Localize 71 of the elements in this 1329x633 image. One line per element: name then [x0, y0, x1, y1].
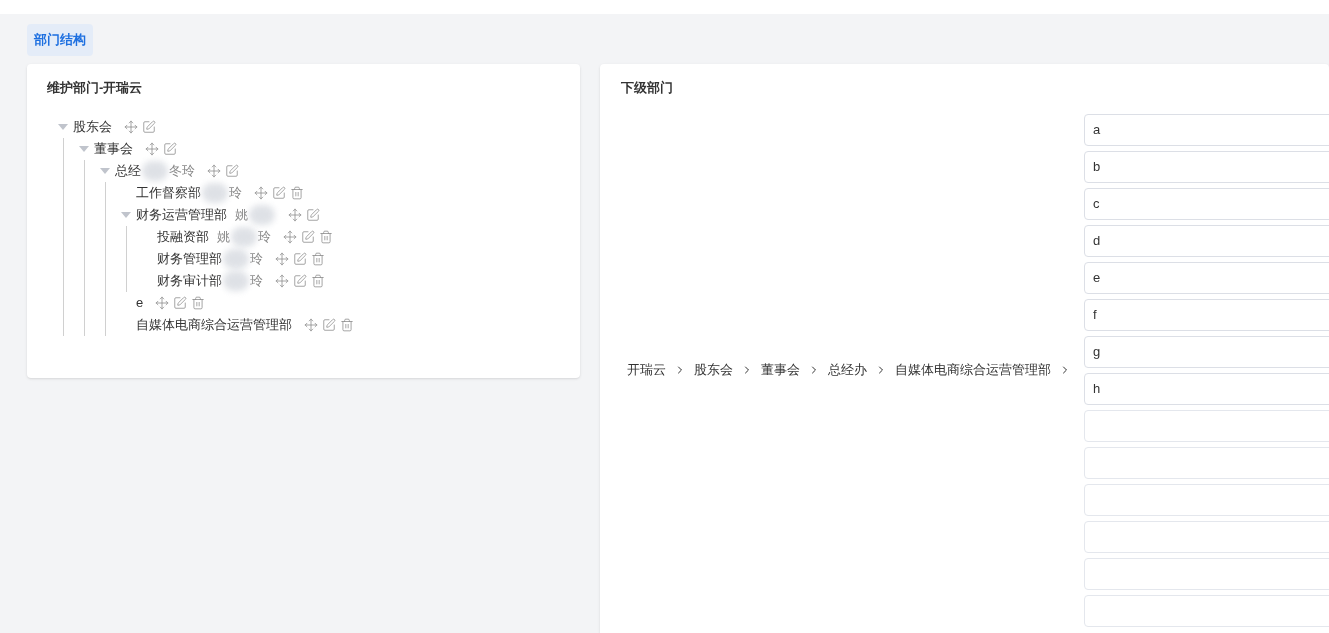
move-icon[interactable]: [283, 229, 297, 244]
move-icon[interactable]: [288, 207, 302, 222]
manager-name: 玲: [250, 249, 263, 268]
input-field[interactable]: e: [1084, 261, 1329, 294]
edit-icon[interactable]: [163, 141, 177, 156]
panel-title: 维护部门-开瑞云: [47, 79, 144, 97]
breadcrumb-item[interactable]: 董事会: [761, 360, 800, 380]
edit-icon[interactable]: [142, 119, 156, 134]
move-icon[interactable]: [155, 295, 170, 310]
department-name[interactable]: 财务运营管理部: [136, 204, 227, 225]
move-icon[interactable]: [254, 185, 268, 200]
delete-icon[interactable]: [191, 295, 206, 310]
manager-name: 玲: [229, 183, 242, 202]
edit-icon[interactable]: [322, 317, 336, 332]
manager-name: 冬玲: [169, 161, 195, 180]
tab[interactable]: 部门结构: [27, 24, 93, 56]
blurred-name: [223, 270, 249, 291]
move-icon[interactable]: [275, 273, 289, 288]
input-field[interactable]: c: [1084, 187, 1329, 220]
department-name[interactable]: 股东会: [73, 116, 112, 137]
department-name[interactable]: 工作督察部: [136, 182, 201, 203]
input-field[interactable]: [1084, 409, 1329, 442]
input-field[interactable]: a: [1084, 113, 1329, 146]
edit-icon[interactable]: [173, 295, 188, 310]
department-name[interactable]: 总经: [115, 160, 141, 181]
department-name[interactable]: e: [136, 292, 144, 313]
delete-icon[interactable]: [290, 185, 304, 200]
input-field[interactable]: h: [1084, 372, 1329, 405]
input-field[interactable]: d: [1084, 224, 1329, 257]
manager-name: 玲: [250, 271, 263, 290]
breadcrumb-item[interactable]: 股东会: [694, 360, 733, 380]
breadcrumb-item[interactable]: 自媒体电商综合运营管理部: [895, 360, 1051, 380]
department-name[interactable]: 财务审计部: [157, 270, 222, 291]
delete-icon[interactable]: [311, 273, 325, 288]
move-icon[interactable]: [207, 163, 221, 178]
input-field[interactable]: [1084, 520, 1329, 553]
blurred-name: [249, 204, 275, 225]
blurred-name: [142, 160, 168, 181]
department-name[interactable]: 董事会: [94, 138, 133, 159]
edit-icon[interactable]: [293, 251, 307, 266]
delete-icon[interactable]: [319, 229, 333, 244]
edit-icon[interactable]: [306, 207, 320, 222]
input-field[interactable]: g: [1084, 335, 1329, 368]
input-field[interactable]: f: [1084, 298, 1329, 331]
manager-name: 姚: [235, 205, 248, 224]
edit-icon[interactable]: [272, 185, 286, 200]
panel-title: 下级部门: [620, 79, 674, 97]
input-field[interactable]: [1084, 557, 1329, 590]
department-name[interactable]: 财务管理部: [157, 248, 222, 269]
department-name[interactable]: 自媒体电商综合运营管理部: [136, 314, 292, 335]
move-icon[interactable]: [275, 251, 289, 266]
blurred-name: [223, 248, 249, 269]
input-field[interactable]: b: [1084, 150, 1329, 183]
move-icon[interactable]: [304, 317, 318, 332]
blurred-name: [231, 226, 257, 247]
input-field[interactable]: [1084, 446, 1329, 479]
department-name[interactable]: 投融资部: [157, 226, 209, 247]
move-icon[interactable]: [145, 141, 159, 156]
delete-icon[interactable]: [311, 251, 325, 266]
input-field[interactable]: [1084, 483, 1329, 516]
edit-icon[interactable]: [225, 163, 239, 178]
blurred-name: [202, 182, 228, 203]
edit-icon[interactable]: [293, 273, 307, 288]
breadcrumb-item[interactable]: 总经办: [828, 360, 867, 380]
edit-icon[interactable]: [301, 229, 315, 244]
input-field[interactable]: [1084, 594, 1329, 627]
delete-icon[interactable]: [340, 317, 354, 332]
manager-name: 玲: [258, 227, 271, 246]
breadcrumb-item[interactable]: 开瑞云: [627, 360, 666, 380]
manager-name: 姚: [217, 227, 230, 246]
move-icon[interactable]: [124, 119, 138, 134]
